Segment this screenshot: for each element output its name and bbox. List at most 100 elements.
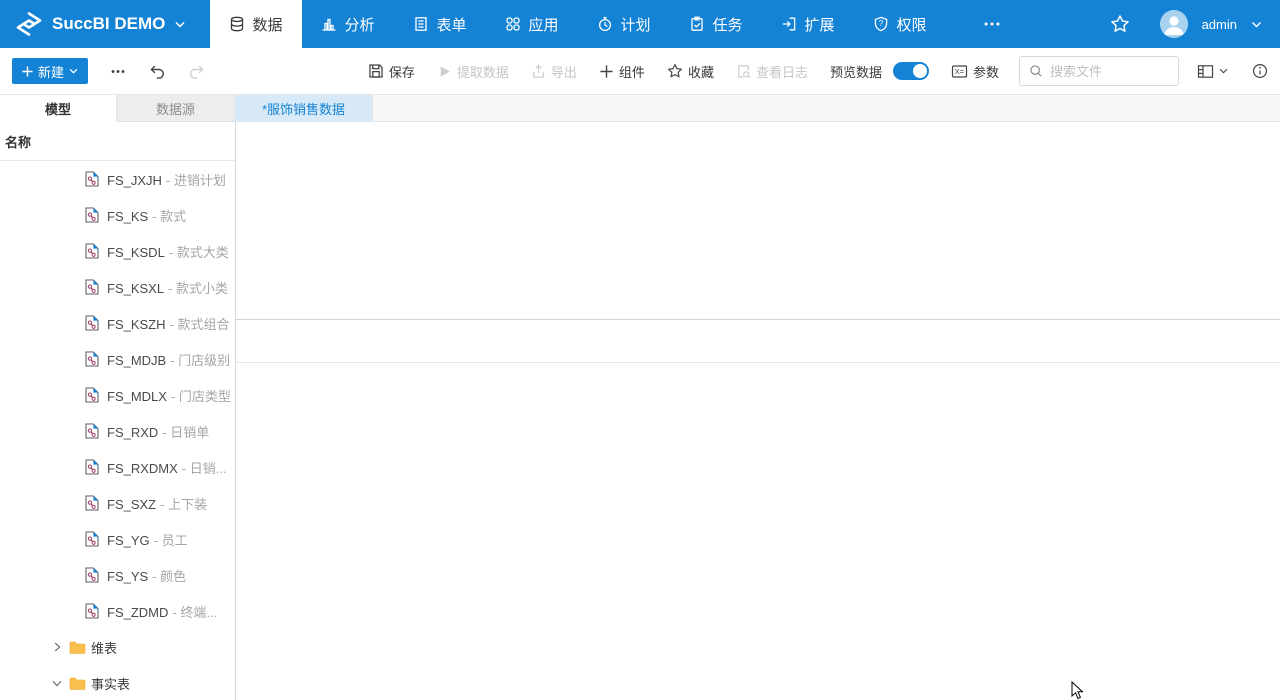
redo-button[interactable] (188, 63, 206, 79)
view-log-label: 查看日志 (756, 62, 808, 81)
undo-button[interactable] (148, 63, 166, 79)
file-description: - 门店级别 (170, 353, 230, 368)
file-code: FS_MDJB (107, 353, 166, 368)
model-sidebar: 名称 FS_JXJH- 进销计划 FS_KS- 款式 (0, 122, 236, 700)
file-tree-item[interactable]: FS_KSDL- 款式大类 (0, 233, 235, 269)
nav-item-extensions[interactable]: 扩展 (762, 0, 854, 48)
model-file-icon (85, 531, 99, 547)
file-code: FS_JXJH (107, 173, 162, 188)
file-tree-item[interactable]: FS_MDJB - 门店级别 (0, 341, 235, 377)
nav-item-forms[interactable]: 表单 (394, 0, 486, 48)
file-tree-item[interactable]: FS_KSXL- 款式小类 (0, 269, 235, 305)
bar-chart-icon (321, 16, 337, 32)
preview-data-label: 预览数据 (830, 62, 882, 81)
file-description: - 上下装 (160, 497, 207, 512)
model-file-icon (85, 459, 99, 475)
stopwatch-icon (597, 16, 613, 32)
component-label: 组件 (619, 62, 645, 81)
folder-icon (69, 677, 86, 690)
new-button-label: 新建 (38, 62, 64, 81)
sidebar-header-name: 名称 (0, 122, 235, 161)
user-chevron-down-icon[interactable] (1251, 21, 1262, 28)
file-description: - 款式大类 (169, 245, 229, 260)
layout-switch-button[interactable] (1197, 64, 1228, 79)
brand-chevron-down-icon (175, 21, 185, 28)
save-icon (368, 63, 384, 79)
search-icon (1029, 64, 1043, 78)
file-description: - 颜色 (152, 569, 186, 584)
model-canvas[interactable] (236, 122, 1280, 700)
top-navigation-bar: SuccBI DEMO 数据 分析 (0, 0, 1280, 48)
model-file-icon (85, 495, 99, 511)
nav-item-more[interactable] (946, 0, 1038, 48)
file-description: - 员工 (154, 533, 188, 548)
toolbar-more-button[interactable] (110, 69, 126, 74)
chevron-right-icon[interactable] (50, 640, 64, 654)
nav-item-permissions[interactable]: ? 权限 (854, 0, 946, 48)
model-file-icon (85, 603, 99, 619)
file-tree-item[interactable]: FS_SXZ - 上下装 (0, 485, 235, 521)
folder-icon (69, 641, 86, 654)
apps-icon (505, 16, 521, 32)
extract-data-button[interactable]: 提取数据 (437, 62, 509, 81)
shield-icon: ? (873, 16, 889, 32)
folder-label: 事实表 (91, 674, 130, 693)
nav-item-plans[interactable]: 计划 (578, 0, 670, 48)
brand-area[interactable]: SuccBI DEMO (0, 0, 210, 48)
model-file-icon (85, 423, 99, 439)
tab-strip: 模型 数据源 *服饰销售数据 (0, 95, 1280, 122)
main-nav: 数据 分析 表单 应用 (210, 0, 1038, 48)
file-tree-item[interactable]: FS_MDLX- 门店类型 (0, 377, 235, 413)
search-files-box[interactable] (1019, 56, 1179, 86)
model-file-icon (85, 387, 99, 403)
nav-item-data[interactable]: 数据 (210, 0, 302, 48)
folder-row-dimension-tables[interactable]: 维表 (0, 629, 235, 665)
file-code: FS_SXZ (107, 497, 156, 512)
component-button[interactable]: 组件 (599, 62, 645, 81)
info-button[interactable] (1252, 63, 1268, 79)
preview-data-toggle[interactable] (893, 62, 929, 80)
favorite-star-icon[interactable] (1110, 14, 1130, 34)
file-tree-item[interactable]: FS_YG- 员工 (0, 521, 235, 557)
save-button[interactable]: 保存 (368, 62, 415, 81)
folder-row-fact-tables[interactable]: 事实表 (0, 665, 235, 700)
main-area: 名称 FS_JXJH- 进销计划 FS_KS- 款式 (0, 122, 1280, 700)
file-tree-item[interactable]: FS_ZDMD - 终端... (0, 593, 235, 629)
topbar-right-area: admin (1110, 0, 1280, 48)
save-label: 保存 (389, 62, 415, 81)
file-description: - 款式小类 (168, 281, 228, 296)
model-file-icon (85, 171, 99, 187)
search-input[interactable] (1050, 64, 1160, 79)
file-tree-item[interactable]: FS_RXD- 日销单 (0, 413, 235, 449)
chevron-down-icon[interactable] (50, 676, 64, 690)
export-button[interactable]: 导出 (531, 62, 577, 81)
file-tree-item[interactable]: FS_JXJH- 进销计划 (0, 161, 235, 197)
nav-item-analysis[interactable]: 分析 (302, 0, 394, 48)
nav-label: 任务 (712, 14, 742, 35)
more-dots-icon (983, 21, 1001, 27)
file-description: - 日销... (182, 461, 227, 476)
favorite-button[interactable]: 收藏 (667, 62, 714, 81)
toggle-knob (913, 64, 927, 78)
new-button[interactable]: 新建 (12, 58, 88, 84)
file-tree-item[interactable]: FS_KSZH- 款式组合 (0, 305, 235, 341)
username-label[interactable]: admin (1202, 17, 1237, 32)
view-log-button[interactable]: 查看日志 (736, 62, 808, 81)
nav-item-tasks[interactable]: 任务 (670, 0, 762, 48)
tab-datasource[interactable]: 数据源 (117, 95, 235, 121)
model-file-icon (85, 279, 99, 295)
nav-item-apps[interactable]: 应用 (486, 0, 578, 48)
params-label: 参数 (973, 62, 999, 81)
file-description: - 终端... (172, 605, 217, 620)
file-code: FS_ZDMD (107, 605, 168, 620)
file-tree-item[interactable]: FS_RXDMX- 日销... (0, 449, 235, 485)
file-tree-item[interactable]: FS_KS- 款式 (0, 197, 235, 233)
file-description: - 门店类型 (171, 389, 231, 404)
tab-document-clothing-sales[interactable]: *服饰销售数据 (235, 95, 373, 122)
user-avatar[interactable] (1160, 10, 1188, 38)
nav-label: 计划 (620, 14, 650, 35)
model-file-icon (85, 207, 99, 223)
tab-model[interactable]: 模型 (0, 95, 117, 122)
params-button[interactable]: X= 参数 (951, 62, 999, 81)
file-tree-item[interactable]: FS_YS- 颜色 (0, 557, 235, 593)
